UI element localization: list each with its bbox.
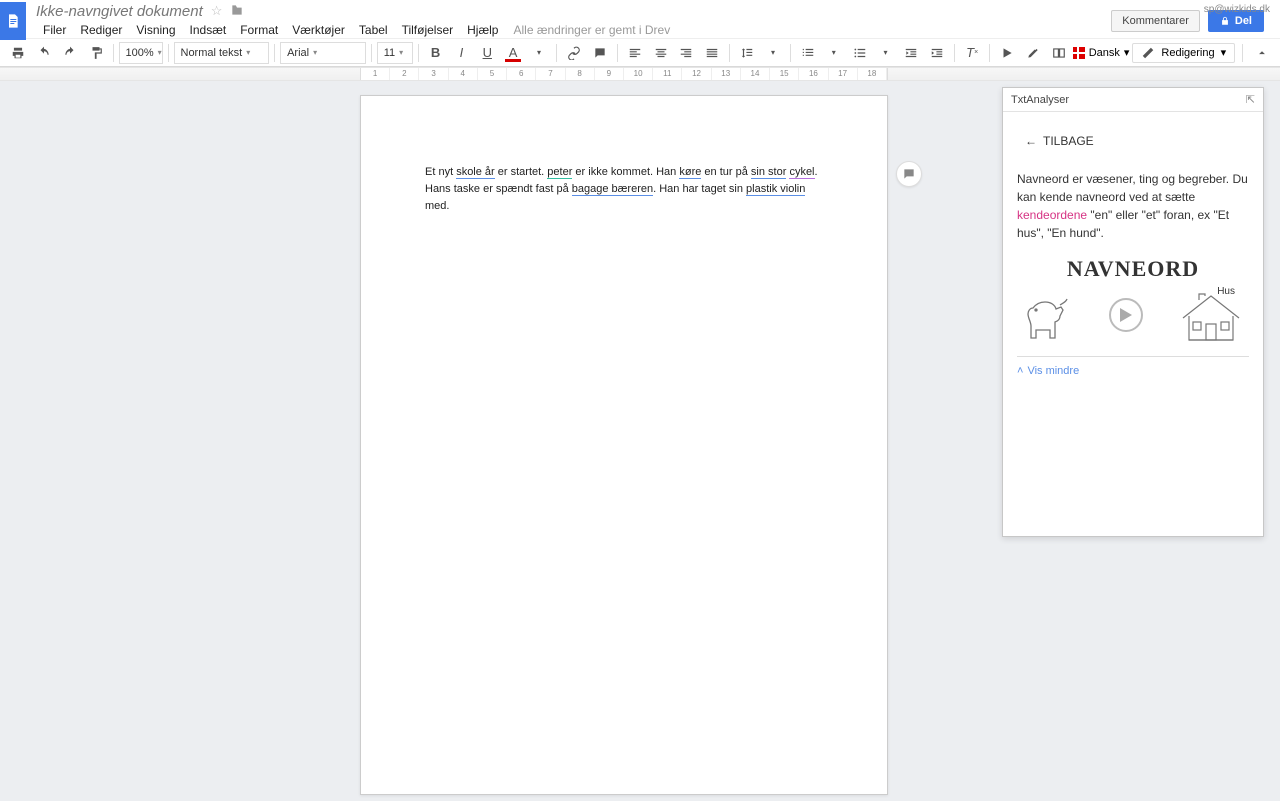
paragraph-style-dropdown[interactable]: Normal tekst▾ bbox=[174, 42, 270, 64]
document-page[interactable]: Et nyt skole år er startet. peter er ikk… bbox=[360, 95, 888, 795]
redo-icon[interactable] bbox=[58, 42, 82, 64]
numbered-list-icon[interactable] bbox=[796, 42, 820, 64]
menu-indsaet[interactable]: Indsæt bbox=[183, 21, 234, 39]
addon-play-icon[interactable] bbox=[995, 42, 1019, 64]
figure-label-hus: Hus bbox=[1217, 286, 1235, 297]
add-comment-bubble[interactable] bbox=[896, 161, 922, 187]
align-left-icon[interactable] bbox=[623, 42, 647, 64]
clear-formatting-icon[interactable]: T× bbox=[960, 42, 984, 64]
align-center-icon[interactable] bbox=[649, 42, 673, 64]
menu-visning[interactable]: Visning bbox=[129, 21, 182, 39]
line-spacing-icon[interactable] bbox=[735, 42, 759, 64]
numbered-list-caret[interactable]: ▾ bbox=[822, 42, 846, 64]
indent-icon[interactable] bbox=[925, 42, 949, 64]
show-less-toggle[interactable]: ˄ Vis mindre bbox=[1017, 365, 1249, 377]
zoom-dropdown[interactable]: 100%▾ bbox=[119, 42, 163, 64]
italic-icon[interactable]: I bbox=[449, 42, 473, 64]
share-label: Del bbox=[1235, 15, 1252, 27]
user-email[interactable]: sp@wizkids.dk bbox=[1204, 4, 1270, 15]
docs-logo[interactable] bbox=[0, 2, 26, 40]
save-status: Alle ændringer er gemt i Drev bbox=[513, 23, 670, 37]
addon-highlight-icon[interactable] bbox=[1021, 42, 1045, 64]
menu-filer[interactable]: Filer bbox=[36, 21, 73, 39]
font-size-dropdown[interactable]: 11▾ bbox=[377, 42, 413, 64]
print-icon[interactable] bbox=[6, 42, 30, 64]
menu-tilfoejelser[interactable]: Tilføjelser bbox=[395, 21, 461, 39]
txtanalyser-panel: TxtAnalyser ⇱ ← TILBAGE Navneord er væse… bbox=[1002, 87, 1264, 537]
align-right-icon[interactable] bbox=[674, 42, 698, 64]
link-icon[interactable] bbox=[562, 42, 586, 64]
comments-button[interactable]: Kommentarer bbox=[1111, 10, 1200, 32]
paint-format-icon[interactable] bbox=[84, 42, 108, 64]
text-color-caret[interactable]: ▾ bbox=[527, 42, 551, 64]
undo-icon[interactable] bbox=[32, 42, 56, 64]
comment-icon[interactable] bbox=[588, 42, 612, 64]
menu-hjaelp[interactable]: Hjælp bbox=[460, 21, 505, 39]
document-title[interactable]: Ikke-navngivet dokument bbox=[36, 3, 203, 20]
star-icon[interactable]: ☆ bbox=[211, 3, 223, 19]
panel-title: TxtAnalyser bbox=[1011, 94, 1069, 106]
menu-tabel[interactable]: Tabel bbox=[352, 21, 395, 39]
align-justify-icon[interactable] bbox=[700, 42, 724, 64]
underline-icon[interactable]: U bbox=[475, 42, 499, 64]
panel-description: Navneord er væsener, ting og begreber. D… bbox=[1017, 170, 1249, 242]
language-dropdown[interactable]: Dansk▾ bbox=[1073, 46, 1131, 59]
chevron-up-icon: ˄ bbox=[1017, 365, 1023, 377]
outdent-icon[interactable] bbox=[899, 42, 923, 64]
bold-icon[interactable]: B bbox=[424, 42, 448, 64]
bulleted-list-caret[interactable]: ▾ bbox=[874, 42, 898, 64]
editing-mode-dropdown[interactable]: Redigering▾ bbox=[1132, 43, 1235, 63]
panel-popout-icon[interactable]: ⇱ bbox=[1246, 93, 1255, 106]
play-video-button[interactable] bbox=[1109, 298, 1143, 332]
menu-vaerktoejer[interactable]: Værktøjer bbox=[285, 21, 352, 39]
panel-figure: NAVNEORD Hus bbox=[1017, 256, 1249, 342]
text-color-icon[interactable]: A bbox=[501, 42, 525, 64]
document-canvas[interactable]: Et nyt skole år er startet. peter er ikk… bbox=[0, 81, 1280, 801]
addon-dictionary-icon[interactable] bbox=[1047, 42, 1071, 64]
menu-rediger[interactable]: Rediger bbox=[73, 21, 129, 39]
menubar: Filer Rediger Visning Indsæt Format Værk… bbox=[36, 20, 1111, 40]
document-body-text[interactable]: Et nyt skole år er startet. peter er ikk… bbox=[425, 164, 823, 215]
font-dropdown[interactable]: Arial▾ bbox=[280, 42, 366, 64]
line-spacing-caret[interactable]: ▾ bbox=[761, 42, 785, 64]
figure-title: NAVNEORD bbox=[1017, 256, 1249, 282]
ruler[interactable]: 123456789101112131415161718 bbox=[0, 67, 1280, 81]
menu-format[interactable]: Format bbox=[233, 21, 285, 39]
dog-icon bbox=[1023, 288, 1073, 342]
arrow-left-icon: ← bbox=[1025, 134, 1037, 148]
move-folder-icon[interactable] bbox=[230, 3, 244, 20]
panel-back-button[interactable]: ← TILBAGE bbox=[1025, 134, 1249, 148]
toolbar: 100%▾ Normal tekst▾ Arial▾ 11▾ B I U A ▾… bbox=[0, 38, 1280, 66]
collapse-toolbar-icon[interactable] bbox=[1250, 42, 1274, 64]
bulleted-list-icon[interactable] bbox=[848, 42, 872, 64]
